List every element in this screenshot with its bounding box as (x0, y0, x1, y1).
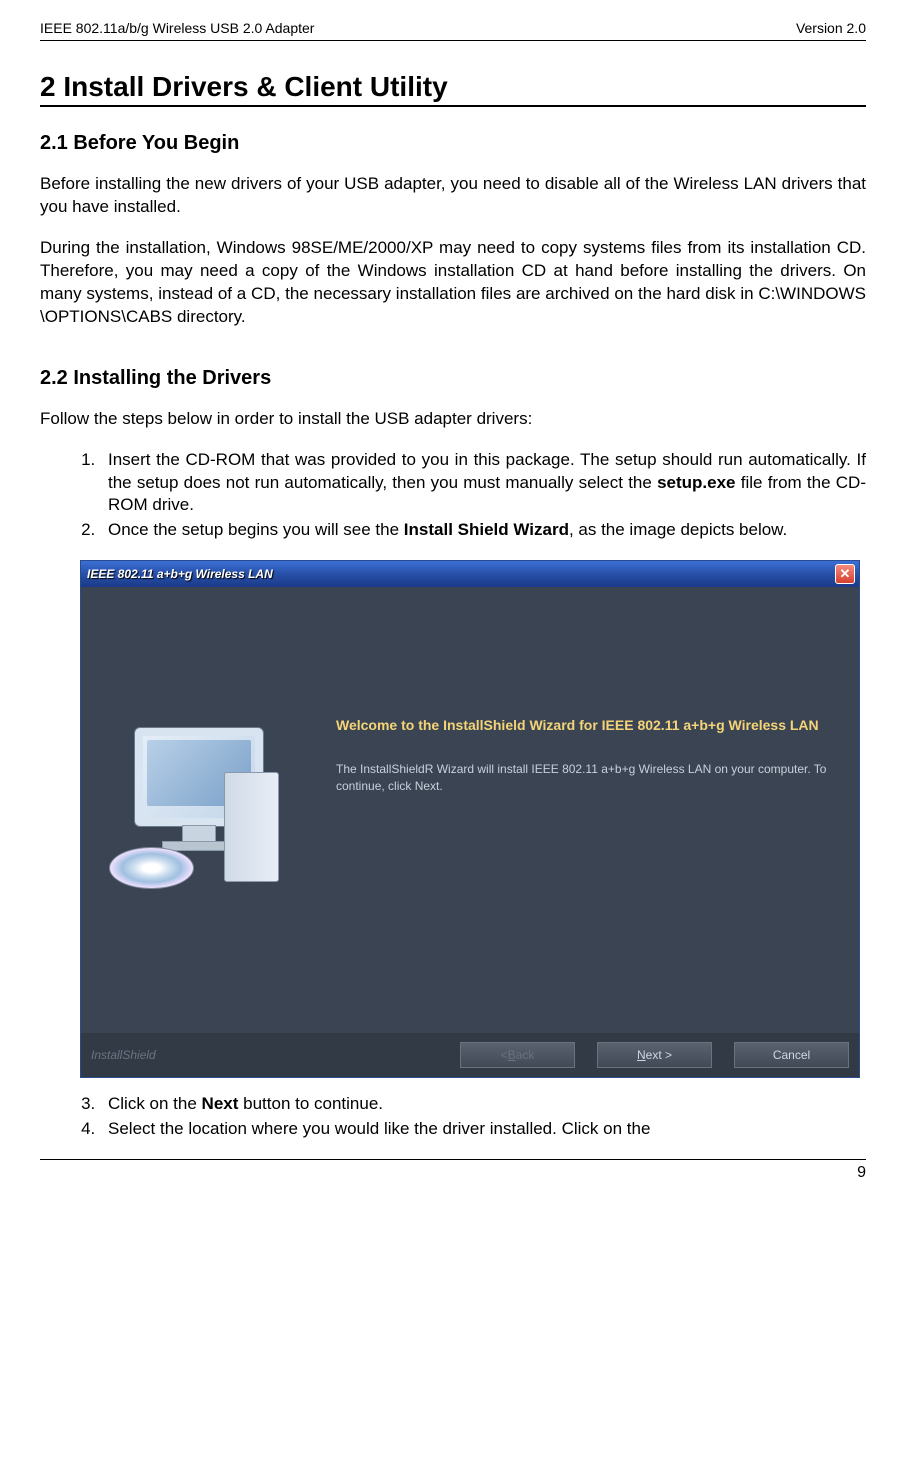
install-steps-list: Insert the CD-ROM that was provided to y… (40, 449, 866, 543)
page-footer: 9 (40, 1159, 866, 1182)
section-2-1-heading: 2.1 Before You Begin (40, 132, 866, 155)
cd-icon (109, 847, 194, 889)
wizard-title-text: IEEE 802.11 a+b+g Wireless LAN (87, 567, 273, 581)
wizard-body: Welcome to the InstallShield Wizard for … (81, 587, 859, 1077)
close-button[interactable]: ✕ (835, 564, 855, 584)
install-steps-list-cont: Click on the Next button to continue. Se… (40, 1093, 866, 1141)
wizard-welcome: Welcome to the InstallShield Wizard for … (336, 717, 829, 733)
installshield-brand: InstallShield (91, 1048, 460, 1062)
wizard-screenshot: IEEE 802.11 a+b+g Wireless LAN ✕ (80, 560, 860, 1078)
step-1: Insert the CD-ROM that was provided to y… (100, 449, 866, 518)
section-2-1-p2: During the installation, Windows 98SE/ME… (40, 237, 866, 329)
wizard-buttons: < Back Next > Cancel (460, 1042, 849, 1068)
page-number: 9 (857, 1164, 866, 1181)
header-right: Version 2.0 (796, 20, 866, 36)
wizard-description: The InstallShieldR Wizard will install I… (336, 761, 829, 795)
doc-header: IEEE 802.11a/b/g Wireless USB 2.0 Adapte… (40, 20, 866, 36)
back-button: < Back (460, 1042, 575, 1068)
section-2-2-intro: Follow the steps below in order to insta… (40, 408, 866, 431)
tower-icon (224, 772, 279, 882)
header-divider (40, 40, 866, 41)
close-icon: ✕ (840, 566, 851, 582)
chapter-title: 2 Install Drivers & Client Utility (40, 71, 866, 103)
step-3: Click on the Next button to continue. (100, 1093, 866, 1116)
step-2: Once the setup begins you will see the I… (100, 519, 866, 542)
section-2-1-p1: Before installing the new drivers of you… (40, 173, 866, 219)
wizard-titlebar: IEEE 802.11 a+b+g Wireless LAN ✕ (81, 561, 859, 587)
chapter-divider (40, 105, 866, 107)
wizard-window: IEEE 802.11 a+b+g Wireless LAN ✕ (80, 560, 860, 1078)
wizard-graphic-panel (81, 587, 326, 1077)
section-2-2-heading: 2.2 Installing the Drivers (40, 367, 866, 390)
header-left: IEEE 802.11a/b/g Wireless USB 2.0 Adapte… (40, 20, 314, 36)
wizard-text-panel: Welcome to the InstallShield Wizard for … (326, 587, 859, 1077)
cancel-button[interactable]: Cancel (734, 1042, 849, 1068)
step-4: Select the location where you would like… (100, 1118, 866, 1141)
next-button[interactable]: Next > (597, 1042, 712, 1068)
wizard-footer: InstallShield < Back Next > Cancel (81, 1033, 859, 1077)
computer-icon (104, 727, 304, 927)
